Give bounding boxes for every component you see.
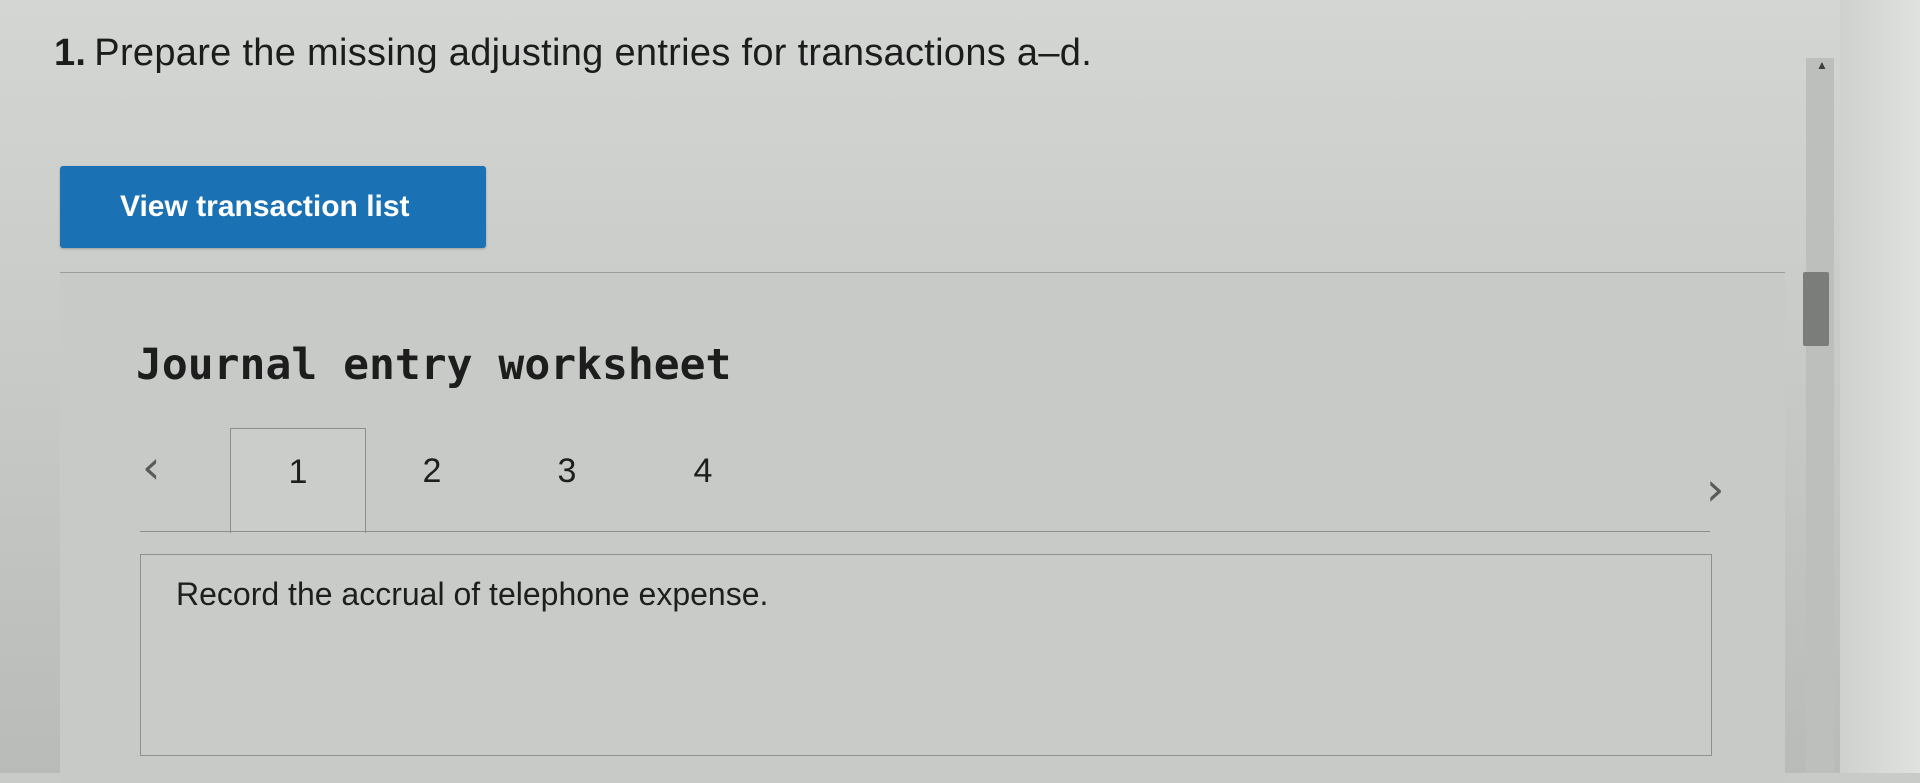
tab-1[interactable]: 1	[230, 428, 366, 533]
tabs-divider	[140, 531, 1710, 532]
chevron-left-icon[interactable]: ‹	[142, 440, 160, 494]
screen-edge	[1840, 0, 1920, 773]
tab-4[interactable]: 4	[636, 428, 770, 532]
tab-2[interactable]: 2	[365, 428, 499, 532]
tab-3[interactable]: 3	[500, 428, 634, 532]
question-number: 1.	[54, 32, 87, 74]
question-text: Prepare the missing adjusting entries fo…	[94, 32, 1093, 74]
chevron-right-icon[interactable]: ›	[1706, 462, 1724, 516]
entry-instruction-text: Record the accrual of telephone expense.	[176, 576, 769, 612]
scroll-up-arrow-icon[interactable]: ▲	[1816, 58, 1828, 72]
worksheet-title: Journal entry worksheet	[136, 340, 732, 390]
vertical-scrollbar[interactable]	[1806, 58, 1834, 773]
question-prompt: 1. Prepare the missing adjusting entries …	[54, 32, 1092, 75]
scrollbar-thumb[interactable]	[1803, 272, 1829, 346]
view-transaction-list-button[interactable]: View transaction list	[60, 166, 486, 248]
